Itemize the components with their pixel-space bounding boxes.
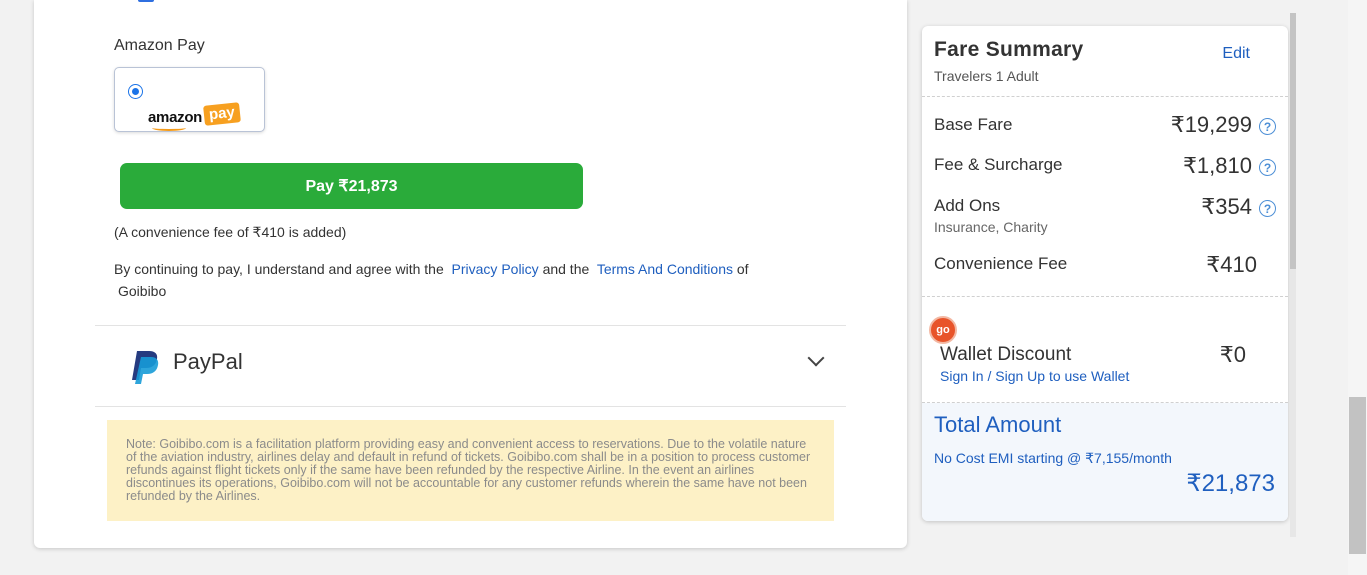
- amazon-pay-radio[interactable]: [128, 84, 143, 99]
- amazon-pay-option[interactable]: amazon pay: [114, 67, 265, 132]
- amazon-logo-pay-badge: pay: [203, 102, 241, 126]
- refund-disclaimer-note: Note: Goibibo.com is a facilitation plat…: [107, 420, 834, 521]
- total-amount-section: Total Amount No Cost EMI starting @ ₹7,1…: [922, 403, 1288, 521]
- add-ons-label: Add Ons: [934, 196, 1001, 215]
- fare-summary-card: Fare Summary Edit Travelers 1 Adult Base…: [922, 26, 1288, 521]
- partial-checkbox-icon[interactable]: [138, 0, 154, 2]
- paypal-option[interactable]: PayPal: [95, 326, 846, 406]
- chevron-down-icon[interactable]: [807, 349, 825, 367]
- total-amount-label: Total Amount: [934, 412, 1062, 437]
- company-name: Goibibo: [118, 283, 167, 299]
- convenience-fee-label: Convenience Fee: [934, 254, 1068, 273]
- amazon-pay-logo: amazon pay: [148, 102, 241, 131]
- privacy-policy-link[interactable]: Privacy Policy: [452, 261, 539, 277]
- convenience-fee-value: ₹410: [1206, 252, 1257, 277]
- no-cost-emi-link[interactable]: No Cost EMI starting @ ₹7,155/month: [934, 450, 1172, 467]
- paypal-icon: [132, 351, 159, 384]
- wallet-signin-link[interactable]: Sign In / Sign Up to use Wallet: [940, 368, 1129, 384]
- page-scrollbar-thumb[interactable]: [1349, 397, 1366, 554]
- fare-summary-title: Fare Summary: [934, 38, 1084, 61]
- convenience-fee-note: (A convenience fee of ₹410 is added): [114, 224, 347, 240]
- amazon-logo-word: amazon: [148, 109, 203, 126]
- edit-travelers-link[interactable]: Edit: [1222, 45, 1250, 63]
- agree-and: and the: [542, 261, 590, 277]
- terms-conditions-link[interactable]: Terms And Conditions: [597, 261, 733, 277]
- fee-surcharge-value: ₹1,810: [1182, 153, 1252, 178]
- base-fare-label: Base Fare: [934, 115, 1013, 134]
- goibibo-wallet-icon: go: [929, 316, 957, 344]
- add-ons-sub: Insurance, Charity: [934, 219, 1048, 235]
- fee-surcharge-label: Fee & Surcharge: [934, 155, 1063, 174]
- add-ons-help-icon[interactable]: ?: [1259, 200, 1276, 217]
- dashed-divider: [922, 296, 1288, 297]
- agree-of: of: [736, 261, 749, 277]
- wallet-discount-value: ₹0: [1219, 342, 1246, 367]
- total-amount-value: ₹21,873: [1186, 470, 1275, 497]
- terms-agreement-text: By continuing to pay, I understand and a…: [114, 258, 814, 302]
- paypal-label: PayPal: [173, 349, 243, 374]
- divider: [95, 406, 846, 407]
- base-fare-help-icon[interactable]: ?: [1259, 118, 1276, 135]
- wallet-discount-label: Wallet Discount: [940, 344, 1072, 365]
- base-fare-value: ₹19,299: [1170, 112, 1252, 137]
- amazon-pay-label: Amazon Pay: [114, 37, 205, 54]
- summary-scrollbar-thumb[interactable]: [1290, 13, 1296, 269]
- pay-button[interactable]: Pay ₹21,873: [120, 163, 583, 209]
- travelers-count: Travelers 1 Adult: [934, 68, 1039, 84]
- amazon-smile-icon: [152, 125, 186, 131]
- agree-prefix: By continuing to pay, I understand and a…: [114, 261, 444, 277]
- add-ons-value: ₹354: [1201, 194, 1252, 219]
- fee-surcharge-help-icon[interactable]: ?: [1259, 159, 1276, 176]
- dashed-divider: [922, 96, 1288, 97]
- payment-options-card: Amazon Pay amazon pay Pay ₹21,873 (A con…: [34, 0, 907, 548]
